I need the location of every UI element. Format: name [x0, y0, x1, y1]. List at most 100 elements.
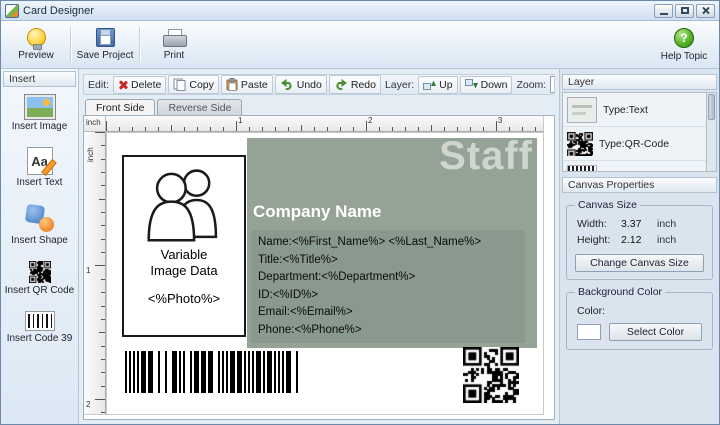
- barcode-layer-thumbnail: [567, 165, 597, 173]
- redo-button[interactable]: Redo: [329, 75, 381, 94]
- print-button[interactable]: Print: [145, 24, 203, 65]
- layer-item-clipped[interactable]: [563, 161, 706, 172]
- tab-front-side[interactable]: Front Side: [85, 99, 155, 116]
- delete-icon: [118, 80, 128, 90]
- titlebar: Card Designer: [1, 1, 719, 21]
- insert-panel-header: Insert: [3, 71, 76, 87]
- field-line: Name:<%First_Name%> <%Last_Name%>: [258, 234, 518, 252]
- undo-button[interactable]: Undo: [275, 75, 327, 94]
- barcode-icon: [25, 311, 55, 331]
- field-line: ID:<%ID%>: [258, 287, 518, 305]
- insert-image-button[interactable]: Insert Image: [5, 91, 75, 136]
- close-button[interactable]: [696, 4, 715, 18]
- insert-code39-button[interactable]: Insert Code 39: [5, 307, 75, 348]
- photo-caption: Variable: [161, 247, 208, 263]
- ruler-corner: inch: [84, 116, 106, 132]
- help-topic-label: Help Topic: [661, 51, 708, 62]
- toolbar-separator: [70, 27, 71, 62]
- watermark-text[interactable]: Staff: [439, 134, 533, 178]
- save-icon: [96, 28, 115, 47]
- height-label: Height:: [577, 234, 621, 246]
- preview-button[interactable]: Preview: [7, 24, 65, 65]
- canvas-viewport: inch 123 inch 12 Staff Company Name Name…: [83, 115, 555, 420]
- field-line: Title:<%Title%>: [258, 252, 518, 270]
- paste-button[interactable]: Paste: [221, 75, 273, 94]
- text-icon: Aa: [27, 147, 53, 175]
- vertical-ruler: inch 12: [84, 132, 106, 415]
- window-controls: [654, 4, 715, 18]
- width-value: 3.37: [621, 218, 657, 230]
- layer-up-button[interactable]: Up: [418, 76, 457, 94]
- help-topic-button[interactable]: ? Help Topic: [655, 24, 713, 65]
- scrollbar-thumb[interactable]: [708, 94, 715, 120]
- height-unit: inch: [657, 234, 676, 246]
- canvas-size-group: Canvas Size Width: 3.37 inch Height: 2.1…: [566, 205, 713, 280]
- field-line: Phone:<%Phone%>: [258, 322, 518, 340]
- printer-icon: [163, 29, 185, 47]
- edit-toolbar: Edit: Delete Copy Paste Undo Redo Layer: [83, 74, 555, 95]
- copy-button[interactable]: Copy: [168, 75, 219, 94]
- save-project-label: Save Project: [77, 50, 134, 61]
- data-fields-text[interactable]: Name:<%First_Name%> <%Last_Name%> Title:…: [251, 230, 525, 343]
- minimize-icon: [660, 13, 668, 15]
- delete-button[interactable]: Delete: [113, 76, 166, 94]
- side-tabs: Front Side Reverse Side: [85, 99, 559, 116]
- close-icon: [701, 6, 710, 15]
- field-line: Email:<%Email%>: [258, 304, 518, 322]
- insert-qr-code-button[interactable]: Insert QR Code: [5, 257, 75, 300]
- layer-down-icon: [465, 79, 478, 90]
- qr-code-icon: [29, 261, 51, 283]
- maximize-button[interactable]: [675, 4, 694, 18]
- edit-label: Edit:: [86, 79, 111, 91]
- horizontal-ruler: 123: [106, 116, 544, 132]
- layer-up-icon: [423, 79, 436, 90]
- background-color-group: Background Color Color: Select Color: [566, 292, 713, 350]
- image-icon: [25, 95, 55, 119]
- insert-panel: Insert Insert Image Aa Insert Text Inser…: [1, 69, 79, 424]
- width-label: Width:: [577, 218, 621, 230]
- layer-list: Type:Text Type:QR-Code: [562, 92, 717, 172]
- right-panel: Layer Type:Text Type:QR-Code Canvas Prop…: [559, 69, 719, 424]
- layer-down-button[interactable]: Down: [460, 76, 513, 94]
- copy-icon: [173, 78, 186, 91]
- tab-reverse-side[interactable]: Reverse Side: [157, 99, 242, 116]
- toolbar-separator: [139, 27, 140, 62]
- layer-item-qr-code[interactable]: Type:QR-Code: [563, 127, 706, 161]
- company-name-text[interactable]: Company Name: [253, 202, 381, 222]
- height-value: 2.12: [621, 234, 657, 246]
- help-icon: ?: [674, 28, 694, 48]
- change-canvas-size-button[interactable]: Change Canvas Size: [575, 254, 704, 272]
- zoom-dropdown[interactable]: Fit to View: [550, 76, 555, 93]
- lightbulb-icon: [27, 28, 46, 47]
- photo-caption: Image Data: [150, 263, 217, 279]
- maximize-icon: [681, 7, 689, 14]
- insert-shape-button[interactable]: Insert Shape: [5, 199, 75, 250]
- barcode-code39[interactable]: [125, 351, 303, 393]
- qr-code[interactable]: [463, 347, 519, 403]
- save-project-button[interactable]: Save Project: [76, 24, 134, 65]
- select-color-button[interactable]: Select Color: [609, 323, 702, 341]
- minimize-button[interactable]: [654, 4, 673, 18]
- width-unit: inch: [657, 218, 676, 230]
- app-icon: [5, 4, 19, 18]
- print-label: Print: [164, 50, 185, 61]
- work-area: Edit: Delete Copy Paste Undo Redo Layer: [79, 69, 559, 424]
- card-canvas[interactable]: Staff Company Name Name:<%First_Name%> <…: [106, 132, 544, 415]
- layer-item-text[interactable]: Type:Text: [563, 93, 706, 127]
- undo-icon: [280, 78, 294, 91]
- card-designer-window: Card Designer Preview Save Project Print…: [0, 0, 720, 425]
- layer-list-scrollbar[interactable]: [706, 93, 716, 171]
- background-color-swatch: [577, 324, 601, 340]
- person-silhouettes-icon: [132, 163, 236, 247]
- layer-panel-header: Layer: [562, 74, 717, 90]
- field-line: Department:<%Department%>: [258, 269, 518, 287]
- qr-layer-thumbnail: [567, 132, 593, 156]
- main-toolbar: Preview Save Project Print ? Help Topic: [1, 21, 719, 69]
- text-layer-thumbnail: [567, 97, 597, 123]
- card-background-panel[interactable]: Staff Company Name Name:<%First_Name%> <…: [247, 138, 537, 348]
- zoom-label: Zoom:: [514, 79, 548, 91]
- shape-icon: [23, 203, 57, 233]
- redo-icon: [334, 78, 348, 91]
- insert-text-button[interactable]: Aa Insert Text: [5, 143, 75, 192]
- photo-placeholder[interactable]: Variable Image Data <%Photo%>: [122, 155, 246, 337]
